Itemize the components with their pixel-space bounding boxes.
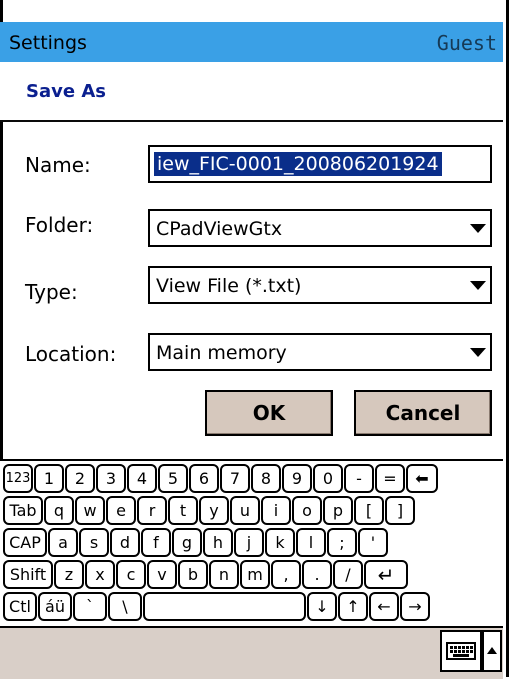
key-w[interactable]: w — [75, 496, 105, 525]
chevron-down-icon — [470, 224, 486, 233]
space-key[interactable] — [143, 592, 306, 621]
key-5[interactable]: 5 — [158, 464, 188, 493]
location-value: Main memory — [156, 342, 287, 364]
key-t[interactable]: t — [168, 496, 198, 525]
name-input[interactable]: iew_FIC-0001_200806201924 — [148, 145, 492, 183]
key-d[interactable]: d — [110, 528, 140, 557]
location-select[interactable]: Main memory — [148, 333, 492, 371]
key-caps[interactable]: CAP — [3, 528, 47, 557]
key-h[interactable]: h — [203, 528, 233, 557]
key-backslash[interactable]: \ — [108, 592, 142, 621]
key-r[interactable]: r — [137, 496, 167, 525]
key-comma[interactable]: , — [271, 560, 301, 589]
keyboard-glyph — [446, 642, 476, 660]
key-q[interactable]: q — [44, 496, 74, 525]
key-x[interactable]: x — [85, 560, 115, 589]
key-8[interactable]: 8 — [251, 464, 281, 493]
folder-select[interactable]: CPadViewGtx — [148, 209, 492, 247]
chevron-down-icon — [470, 281, 486, 290]
key-e[interactable]: e — [106, 496, 136, 525]
key-a[interactable]: a — [48, 528, 78, 557]
key-u[interactable]: u — [230, 496, 260, 525]
name-value: iew_FIC-0001_200806201924 — [154, 152, 442, 176]
key-shift[interactable]: Shift — [3, 560, 53, 589]
key-p[interactable]: p — [323, 496, 353, 525]
key-equals[interactable]: = — [375, 464, 405, 493]
key-accents[interactable]: áü — [38, 592, 72, 621]
key-s[interactable]: s — [79, 528, 109, 557]
title-bar: Settings Guest — [0, 22, 503, 62]
menu-bar — [0, 626, 503, 679]
key-ctrl[interactable]: Ctl — [3, 592, 37, 621]
key-quote[interactable]: ' — [358, 528, 388, 557]
key-minus[interactable]: - — [344, 464, 374, 493]
up-arrow-glyph — [487, 647, 497, 654]
key-6[interactable]: 6 — [189, 464, 219, 493]
key-m[interactable]: m — [240, 560, 270, 589]
key-right-bracket[interactable]: ] — [385, 496, 415, 525]
key-backtick[interactable]: ` — [73, 592, 107, 621]
key-f[interactable]: f — [141, 528, 171, 557]
chevron-down-icon — [470, 348, 486, 357]
name-label: Name: — [25, 153, 91, 177]
key-7[interactable]: 7 — [220, 464, 250, 493]
type-value: View File (*.txt) — [156, 275, 302, 297]
key-slash[interactable]: / — [333, 560, 363, 589]
location-label: Location: — [25, 342, 117, 366]
key-arrow-right[interactable]: → — [400, 592, 430, 621]
key-1[interactable]: 1 — [34, 464, 64, 493]
key-c[interactable]: c — [116, 560, 146, 589]
ok-button[interactable]: OK — [205, 390, 333, 436]
user-name: Guest — [436, 31, 497, 55]
key-9[interactable]: 9 — [282, 464, 312, 493]
key-i[interactable]: i — [261, 496, 291, 525]
key-arrow-left[interactable]: ← — [369, 592, 399, 621]
key-z[interactable]: z — [54, 560, 84, 589]
key-arrow-up[interactable]: ↑ — [338, 592, 368, 621]
key-4[interactable]: 4 — [127, 464, 157, 493]
key-v[interactable]: v — [147, 560, 177, 589]
backspace-key[interactable]: ⬅ — [406, 464, 438, 493]
folder-label: Folder: — [25, 213, 94, 237]
key-o[interactable]: o — [292, 496, 322, 525]
sip-arrow-icon[interactable] — [482, 630, 502, 672]
enter-key[interactable]: ↵ — [364, 560, 408, 589]
key-period[interactable]: . — [302, 560, 332, 589]
key-n[interactable]: n — [209, 560, 239, 589]
key-k[interactable]: k — [265, 528, 295, 557]
key-b[interactable]: b — [178, 560, 208, 589]
key-2[interactable]: 2 — [65, 464, 95, 493]
keyboard-icon[interactable] — [440, 630, 482, 672]
key-g[interactable]: g — [172, 528, 202, 557]
folder-value: CPadViewGtx — [156, 218, 283, 240]
type-select[interactable]: View File (*.txt) — [148, 266, 492, 304]
key-3[interactable]: 3 — [96, 464, 126, 493]
key-0[interactable]: 0 — [313, 464, 343, 493]
key-left-bracket[interactable]: [ — [354, 496, 384, 525]
key-123[interactable]: 123 — [3, 464, 33, 493]
dialog-title: Save As — [26, 81, 106, 102]
key-j[interactable]: j — [234, 528, 264, 557]
key-tab[interactable]: Tab — [3, 496, 43, 525]
key-arrow-down[interactable]: ↓ — [307, 592, 337, 621]
cancel-button[interactable]: Cancel — [354, 390, 492, 436]
key-l[interactable]: l — [296, 528, 326, 557]
key-y[interactable]: y — [199, 496, 229, 525]
app-title: Settings — [9, 32, 87, 54]
key-semicolon[interactable]: ; — [327, 528, 357, 557]
type-label: Type: — [25, 280, 78, 304]
soft-keyboard: 123 1 2 3 4 5 6 7 8 9 0 - = ⬅ Tab q w e … — [0, 459, 503, 628]
dialog-header: Save As — [0, 62, 503, 122]
